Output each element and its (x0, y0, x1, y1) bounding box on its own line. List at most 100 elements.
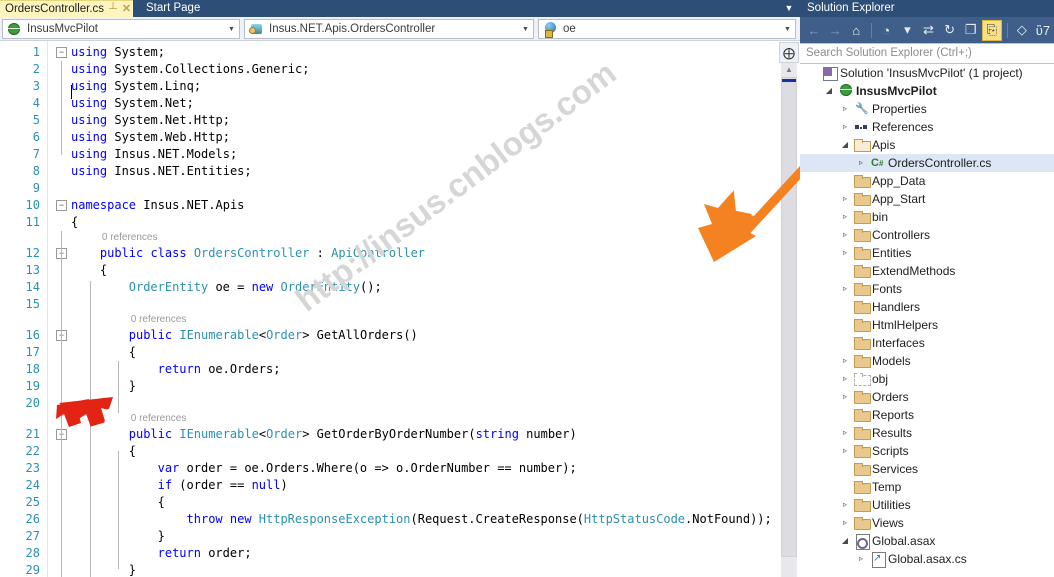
code-line[interactable]: 2 using System.Collections.Generic; (0, 61, 779, 78)
tree-item-app-start[interactable]: ▹ App_Start (800, 190, 1054, 208)
code-line[interactable]: 23 var order = oe.Orders.Where(o => o.Ord… (0, 460, 779, 477)
tab-overflow-chevron-icon[interactable]: ▼ (782, 2, 796, 15)
sync-icon[interactable]: ⇄ (918, 20, 938, 41)
code-line[interactable]: 26 throw new HttpResponseException(Reques… (0, 511, 779, 528)
tree-item-reports[interactable]: Reports (800, 406, 1054, 424)
code-line[interactable]: 3 using System.Linq; (0, 78, 779, 95)
tree-item-views[interactable]: ▹ Views (800, 514, 1054, 532)
collapsed-twisty-icon[interactable]: ▹ (838, 388, 852, 406)
code-line[interactable]: 19} (0, 378, 779, 395)
tree-item-fonts[interactable]: ▹ Fonts (800, 280, 1054, 298)
pending-changes-icon[interactable]: ◔ (876, 20, 896, 41)
code-line[interactable]: 10 − namespace Insus.NET.Apis (0, 197, 779, 214)
collapsed-twisty-icon[interactable]: ▹ (838, 100, 852, 118)
refresh-icon[interactable]: ↻ (940, 20, 960, 41)
codelens-references[interactable]: 0 references (131, 313, 187, 327)
code-line[interactable]: 7 using Insus.NET.Models; (0, 146, 779, 163)
chevron-down-icon[interactable]: ▼ (518, 20, 533, 38)
project-dropdown[interactable]: InsusMvcPilot ▼ (2, 19, 240, 39)
codelens-references[interactable]: 0 references (102, 231, 158, 245)
tree-item-bin[interactable]: ▹ bin (800, 208, 1054, 226)
expanded-twisty-icon[interactable]: ◢ (838, 532, 852, 550)
collapsed-twisty-icon[interactable]: ▹ (838, 352, 852, 370)
code-line[interactable]: 4 using System.Net; (0, 95, 779, 112)
tree-item-htmlhelpers[interactable]: HtmlHelpers (800, 316, 1054, 334)
code-line[interactable]: 12−public class OrdersController : ApiCo… (0, 245, 779, 262)
dropdown-arrow-icon[interactable]: ▾ (897, 20, 917, 41)
search-solution-explorer-input[interactable]: Search Solution Explorer (Ctrl+;) (800, 43, 1054, 64)
code-line[interactable]: 27} (0, 528, 779, 545)
code-line[interactable]: 17 { (0, 344, 779, 361)
home-icon[interactable]: ⌂ (846, 20, 866, 41)
tab-start-page[interactable]: Start Page (138, 0, 209, 17)
collapsed-twisty-icon[interactable]: ▹ (838, 244, 852, 262)
code-line[interactable]: 14 OrderEntity oe = new OrderEntity(); (0, 279, 779, 296)
tree-item-models[interactable]: ▹ Models (800, 352, 1054, 370)
code-line[interactable]: 21−public IEnumerable<Order> GetOrderByO… (0, 426, 779, 443)
close-icon[interactable]: ✕ (122, 1, 131, 18)
tree-item-services[interactable]: Services (800, 460, 1054, 478)
back-icon[interactable]: ← (804, 20, 824, 41)
tree-item-apis[interactable]: ◢ Apis (800, 136, 1054, 154)
code-line[interactable]: 11 { (0, 214, 779, 231)
chevron-down-icon[interactable]: ▼ (224, 20, 239, 38)
tree-item-results[interactable]: ▹ Results (800, 424, 1054, 442)
collapsed-twisty-icon[interactable]: ▹ (838, 280, 852, 298)
tree-item-obj[interactable]: ▹ obj (800, 370, 1054, 388)
editor-vertical-scrollbar[interactable]: ▲ (781, 63, 797, 577)
code-line[interactable]: 15 (0, 296, 779, 313)
collapsed-twisty-icon[interactable]: ▹ (838, 370, 852, 388)
code-line[interactable]: 29} (0, 562, 779, 577)
collapsed-twisty-icon[interactable]: ▹ (838, 514, 852, 532)
tree-item-temp[interactable]: Temp (800, 478, 1054, 496)
collapsed-twisty-icon[interactable]: ▹ (838, 118, 852, 136)
tree-item-orders[interactable]: ▹ Orders (800, 388, 1054, 406)
collapsed-twisty-icon[interactable]: ▹ (838, 424, 852, 442)
collapse-all-icon[interactable]: ❐ (961, 20, 981, 41)
collapsed-twisty-icon[interactable]: ▹ (838, 208, 852, 226)
code-line[interactable]: 24 if (order == null) (0, 477, 779, 494)
code-line[interactable]: 20 (0, 395, 779, 412)
code-line[interactable]: 28 return order; (0, 545, 779, 562)
type-dropdown[interactable]: Insus.NET.Apis.OrdersController ▼ (244, 19, 534, 39)
codelens-references[interactable]: 0 references (131, 412, 187, 426)
pin-icon[interactable]: ┴ (109, 1, 117, 18)
solution-tree[interactable]: Solution 'InsusMvcPilot' (1 project) ◢ Ins… (800, 64, 1054, 577)
tree-item-references[interactable]: ▹ References (800, 118, 1054, 136)
expanded-twisty-icon[interactable]: ◢ (838, 136, 852, 154)
code-line[interactable]: 9 (0, 180, 779, 197)
collapsed-twisty-icon[interactable]: ▹ (838, 226, 852, 244)
code-line[interactable]: 25 { (0, 494, 779, 511)
code-line[interactable]: 5 using System.Net.Http; (0, 112, 779, 129)
tree-item-global-asax-cs[interactable]: ▹ Global.asax.cs (800, 550, 1054, 568)
tree-item-properties[interactable]: ▹ Properties (800, 100, 1054, 118)
tree-item-handlers[interactable]: Handlers (800, 298, 1054, 316)
tree-item-utilities[interactable]: ▹ Utilities (800, 496, 1054, 514)
fold-toggle-icon[interactable]: − (56, 200, 67, 211)
tree-item-entities[interactable]: ▹ Entities (800, 244, 1054, 262)
tree-item-global-asax[interactable]: ◢ Global.asax (800, 532, 1054, 550)
tree-item-solution-insusmvcpilot-1-project[interactable]: Solution 'InsusMvcPilot' (1 project) (800, 64, 1054, 82)
tree-item-app-data[interactable]: App_Data (800, 172, 1054, 190)
view-code-icon[interactable]: ◇ (1012, 20, 1032, 41)
show-all-files-icon[interactable]: ⎘ (981, 19, 1002, 41)
code-line[interactable]: 6 using System.Web.Http; (0, 129, 779, 146)
code-line[interactable]: 22 { (0, 443, 779, 460)
forward-icon[interactable]: → (825, 20, 845, 41)
collapsed-twisty-icon[interactable]: ▹ (854, 154, 868, 172)
tree-item-orderscontroller-cs[interactable]: ▹ OrdersController.cs (800, 154, 1054, 172)
tree-item-insusmvcpilot[interactable]: ◢ InsusMvcPilot (800, 82, 1054, 100)
split-view-button[interactable]: ⨁ (779, 42, 799, 63)
expanded-twisty-icon[interactable]: ◢ (822, 82, 836, 100)
code-line[interactable]: 1 − using System; (0, 44, 779, 61)
scrollbar-thumb[interactable] (781, 77, 797, 557)
chevron-down-icon[interactable]: ▼ (780, 20, 795, 38)
scroll-up-arrow-icon[interactable]: ▲ (781, 63, 797, 77)
properties-icon[interactable]: ὒ7 (1033, 20, 1053, 41)
code-line[interactable]: 8 using Insus.NET.Entities; (0, 163, 779, 180)
tree-item-extendmethods[interactable]: ExtendMethods (800, 262, 1054, 280)
collapsed-twisty-icon[interactable]: ▹ (838, 496, 852, 514)
tree-item-interfaces[interactable]: Interfaces (800, 334, 1054, 352)
code-line[interactable]: 16−public IEnumerable<Order> GetAllOrder… (0, 327, 779, 344)
tree-item-controllers[interactable]: ▹ Controllers (800, 226, 1054, 244)
